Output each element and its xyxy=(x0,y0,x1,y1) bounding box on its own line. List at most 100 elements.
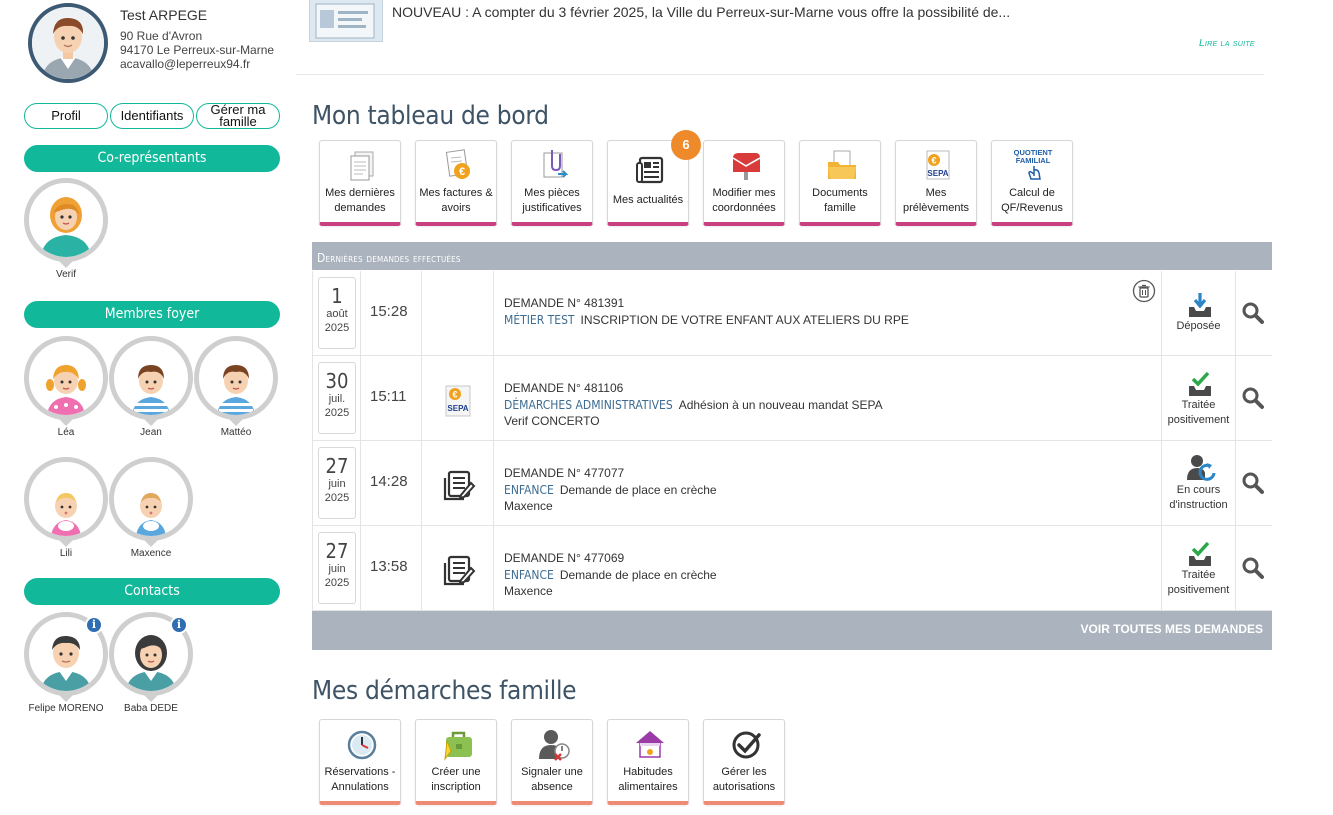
household-member-lili[interactable]: Lili xyxy=(23,457,109,559)
tile-family-documents[interactable]: Documents famille xyxy=(799,140,881,226)
svg-text:€: € xyxy=(931,156,936,166)
household-member-lea[interactable]: Léa xyxy=(23,336,109,438)
quotient-icon: QUOTIENT FAMILIAL xyxy=(1014,148,1053,180)
svg-text:€: € xyxy=(459,166,465,178)
tile-invoices[interactable]: € Mes factures & avoirs xyxy=(415,140,497,226)
mailbox-icon xyxy=(732,153,761,180)
request-subject: Maxence xyxy=(504,584,553,598)
request-label: Demande de place en crèche xyxy=(559,568,717,582)
read-more-link[interactable]: Lire la suite xyxy=(1199,38,1255,49)
info-icon[interactable]: i xyxy=(85,616,103,634)
household-member-matteo[interactable]: Mattéo xyxy=(193,336,279,438)
view-all-requests-link[interactable]: VOIR TOUTES MES DEMANDES xyxy=(312,611,1272,650)
request-number: DEMANDE N° 481106 xyxy=(504,381,624,395)
news-thumbnail[interactable] xyxy=(309,0,383,42)
tile-label-2: alimentaires xyxy=(618,781,678,793)
tile-edit-contact[interactable]: Modifier mes coordonnées xyxy=(703,140,785,226)
table-row[interactable]: 1 août 2025 15:28 DEMANDE N° 481391 MÉTI… xyxy=(312,271,1272,356)
status-label-1: Traitée xyxy=(1181,569,1216,581)
tile-label-1: Mes actualités xyxy=(612,194,684,206)
form-icon xyxy=(443,555,476,586)
sepa-icon: € SEPA xyxy=(926,150,950,180)
member-name: Lili xyxy=(59,548,73,559)
profile-avatar[interactable] xyxy=(28,3,108,83)
request-label: INSCRIPTION DE VOTRE ENFANT AUX ATELIERS… xyxy=(580,313,909,327)
boy-avatar-icon xyxy=(217,365,255,415)
user-address-line1: 90 Rue d'Avron xyxy=(120,29,203,43)
tile-label-2: famille xyxy=(824,202,856,214)
family-procedures-title: Mes démarches famille xyxy=(312,676,577,706)
sepa-icon: € SEPA xyxy=(445,385,471,417)
table-row[interactable]: 30 juil. 2025 15:11 € SEPA DEMANDE N° 48… xyxy=(312,356,1272,441)
request-label: Demande de place en crèche xyxy=(559,483,717,497)
request-status: Traitée positivement xyxy=(1161,356,1236,440)
contact-felipe-moreno[interactable]: Felipe MORENO i xyxy=(23,612,109,714)
user-email: acavallo@leperreux94.fr xyxy=(120,57,251,71)
coreps-section-title: Co-représentants xyxy=(24,145,280,172)
corep-name: Verif xyxy=(55,269,76,280)
woman-avatar-icon xyxy=(41,197,91,257)
magnifier-icon[interactable] xyxy=(1241,386,1265,410)
status-label-2: d'instruction xyxy=(1169,499,1228,511)
dashboard-title: Mon tableau de bord xyxy=(312,101,549,131)
briefcase-icon xyxy=(444,731,472,761)
tile-label-1: Mes factures & xyxy=(419,187,493,199)
folder-icon xyxy=(828,150,856,179)
table-row[interactable]: 27 juin 2025 14:28 DEMANDE N° 477077 ENF… xyxy=(312,441,1272,526)
tile-label-1: Mes dernières xyxy=(325,187,395,199)
corep-card[interactable]: Verif xyxy=(23,178,109,280)
id-card-icon xyxy=(315,3,375,39)
trash-icon[interactable] xyxy=(1132,279,1156,303)
request-category: ENFANCE xyxy=(504,483,554,497)
news-text: NOUVEAU : A compter du 3 février 2025, l… xyxy=(392,4,1011,20)
request-number: DEMANDE N° 481391 xyxy=(504,296,625,310)
sepa-text: SEPA xyxy=(927,169,948,178)
checkmark-icon xyxy=(732,731,761,759)
tile-label-1: Créer une xyxy=(431,766,481,778)
profile-button[interactable]: Profil xyxy=(24,103,108,129)
tile-label-2: QF/Revenus xyxy=(1001,202,1063,214)
magnifier-icon[interactable] xyxy=(1241,471,1265,495)
member-name: Jean xyxy=(140,427,162,438)
request-status: Traitée positivement xyxy=(1161,526,1236,610)
status-label-1: En cours xyxy=(1176,484,1221,496)
tile-eating-habits[interactable]: Habitudes alimentaires xyxy=(607,719,689,805)
invoice-euro-icon: € xyxy=(445,149,470,179)
news-count-badge: 6 xyxy=(671,130,701,160)
household-section-title: Membres foyer xyxy=(24,301,280,328)
member-name: Mattéo xyxy=(220,427,252,438)
table-row[interactable]: 27 juin 2025 13:58 DEMANDE N° 477069 ENF… xyxy=(312,526,1272,611)
member-avatar xyxy=(24,336,108,420)
attachment-icon xyxy=(543,150,569,178)
tile-manage-authorizations[interactable]: Gérer les autorisations xyxy=(703,719,785,805)
magnifier-icon[interactable] xyxy=(1241,556,1265,580)
check-tray-icon xyxy=(1189,371,1211,396)
household-member-jean[interactable]: Jean xyxy=(108,336,194,438)
tile-label-2: prélèvements xyxy=(902,202,970,214)
contact-baba-dede[interactable]: Baba DEDE i xyxy=(108,612,194,714)
tile-reservations[interactable]: Réservations - Annulations xyxy=(319,719,401,805)
tile-last-requests[interactable]: Mes dernières demandes xyxy=(319,140,401,226)
status-label-1: Déposée xyxy=(1176,320,1221,332)
manage-family-button[interactable]: Gérer ma famille xyxy=(196,103,280,129)
tile-quotient[interactable]: QUOTIENT FAMILIAL Calcul de QF/Revenus xyxy=(991,140,1073,226)
user-address-line2: 94170 Le Perreux-sur-Marne xyxy=(120,43,275,57)
request-status: En cours d'instruction xyxy=(1161,441,1236,525)
status-label-2: positivement xyxy=(1167,414,1230,426)
tile-create-registration[interactable]: Créer une inscription xyxy=(415,719,497,805)
baby-girl-avatar-icon xyxy=(51,493,81,536)
request-number: DEMANDE N° 477077 xyxy=(504,466,625,480)
tile-direct-debits[interactable]: € SEPA Mes prélèvements xyxy=(895,140,977,226)
sepa-text: SEPA xyxy=(447,404,468,413)
tile-report-absence[interactable]: Signaler une absence xyxy=(511,719,593,805)
girl-avatar-icon xyxy=(46,365,86,415)
check-tray-icon xyxy=(1189,541,1211,566)
info-icon[interactable]: i xyxy=(170,616,188,634)
man-avatar-icon xyxy=(32,7,104,79)
magnifier-icon[interactable] xyxy=(1241,301,1265,325)
household-member-maxence[interactable]: Maxence xyxy=(108,457,194,559)
tile-attachments[interactable]: Mes pièces justificatives xyxy=(511,140,593,226)
user-refresh-icon xyxy=(1187,455,1216,481)
credentials-button[interactable]: Identifiants xyxy=(110,103,194,129)
news-icon xyxy=(636,156,664,184)
